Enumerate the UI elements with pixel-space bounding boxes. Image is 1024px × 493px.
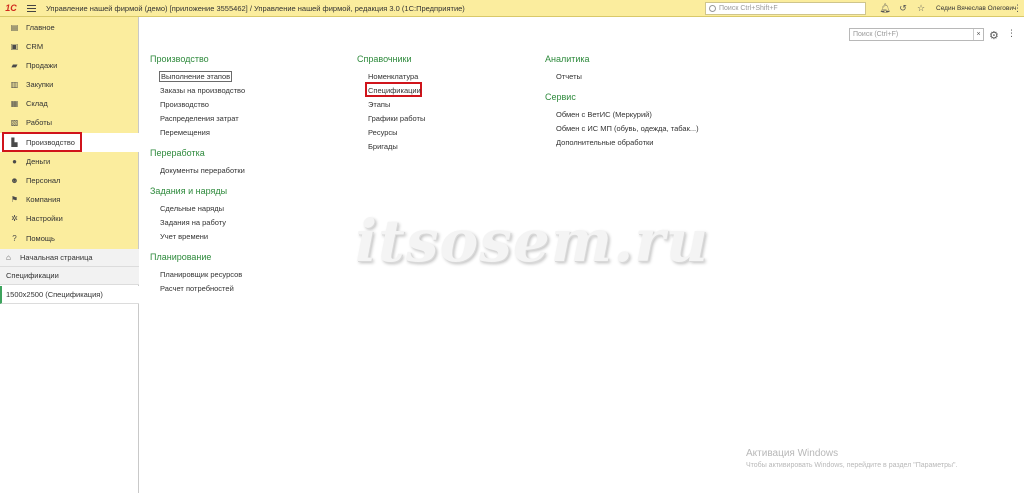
sidebar-item-label: Персонал	[26, 176, 61, 185]
home-icon: ⌂	[6, 253, 11, 262]
open-window-label: Начальная страница	[20, 253, 93, 262]
help-icon: ?	[12, 234, 17, 243]
link-processing-docs[interactable]: Документы переработки	[160, 166, 245, 175]
windows-activation-text: Чтобы активировать Windows, перейдите в …	[746, 462, 958, 469]
link-ismp-exchange[interactable]: Обмен с ИС МП (обувь, одежда, табак...)	[556, 124, 699, 133]
sidebar-item-label: Настройки	[26, 214, 63, 223]
home-list-icon: ▤	[10, 23, 19, 32]
link-stage-execution[interactable]: Выполнение этапов	[159, 71, 233, 82]
link-work-schedules[interactable]: Графики работы	[368, 114, 425, 123]
link-production-orders[interactable]: Заказы на производство	[160, 86, 245, 95]
warehouse-icon: ▦	[10, 99, 19, 108]
sidebar-item-label: CRM	[26, 42, 44, 51]
sidebar-item-warehouse[interactable]: ▦ Склад	[0, 94, 139, 113]
section-search-input[interactable]: Поиск (Ctrl+F) ×	[849, 28, 984, 41]
sidebar-item-company[interactable]: ⚑ Компания	[0, 190, 139, 209]
sidebar-item-label: Компания	[26, 195, 61, 204]
link-reports[interactable]: Отчеты	[556, 72, 582, 81]
open-window-label: 1500x2500 (Спецификация)	[6, 290, 103, 299]
section-title-planning: Планирование	[150, 252, 212, 262]
link-nomenclature[interactable]: Номенклатура	[368, 72, 418, 81]
sidebar-item-help[interactable]: ? Помощь	[0, 229, 139, 248]
more-icon[interactable]: ⋮	[1007, 28, 1016, 39]
link-vetis-exchange[interactable]: Обмен с ВетИС (Меркурий)	[556, 110, 652, 119]
section-title-analytics: Аналитика	[545, 54, 590, 64]
window-title: Управление нашей фирмой (демо) [приложен…	[46, 3, 465, 13]
section-title-service: Сервис	[545, 92, 576, 102]
open-window-home[interactable]: ⌂ Начальная страница	[0, 249, 139, 267]
open-window-spec-doc[interactable]: 1500x2500 (Спецификация)	[0, 286, 139, 304]
sidebar-item-settings[interactable]: ✲ Настройки	[0, 209, 139, 228]
clear-icon[interactable]: ×	[973, 29, 983, 40]
sidebar-item-production[interactable]: ▙ Производство	[0, 132, 139, 152]
purchases-icon: ▥	[10, 80, 19, 89]
global-search-placeholder: Поиск Ctrl+Shift+F	[719, 5, 778, 12]
link-specifications[interactable]: Спецификации	[368, 86, 421, 95]
link-needs-calculation[interactable]: Расчет потребностей	[160, 284, 234, 293]
sidebar-item-label: Главное	[26, 23, 55, 32]
link-production[interactable]: Производство	[160, 100, 209, 109]
main-menu-icon[interactable]	[22, 0, 40, 17]
sidebar-item-label: Помощь	[26, 234, 55, 243]
link-brigades[interactable]: Бригады	[368, 142, 398, 151]
company-icon: ⚑	[10, 195, 19, 204]
sidebar-item-label: Закупки	[26, 80, 54, 89]
sidebar-item-label: Деньги	[26, 157, 51, 166]
link-resources[interactable]: Ресурсы	[368, 128, 398, 137]
title-bar: 1С Управление нашей фирмой (демо) [прило…	[0, 0, 1024, 17]
link-extra-processing[interactable]: Дополнительные обработки	[556, 138, 653, 147]
kebab-menu-icon[interactable]: ⋮	[1013, 0, 1022, 17]
section-search-placeholder: Поиск (Ctrl+F)	[853, 31, 899, 38]
sidebar-item-sales[interactable]: ▰ Продажи	[0, 56, 139, 75]
section-title-tasks: Задания и наряды	[150, 186, 228, 196]
user-name[interactable]: Седин Вячеслав Олегович	[936, 0, 1016, 17]
sidebar-item-purchases[interactable]: ▥ Закупки	[0, 75, 139, 94]
app-logo-icon[interactable]: 1С	[0, 0, 22, 17]
highlight-box	[2, 132, 82, 152]
link-transfers[interactable]: Перемещения	[160, 128, 210, 137]
money-icon: ●	[12, 157, 17, 166]
sidebar-item-label: Работы	[26, 118, 53, 127]
global-search-input[interactable]: Поиск Ctrl+Shift+F	[705, 2, 866, 15]
sidebar-item-main[interactable]: ▤ Главное	[0, 18, 139, 37]
settings-icon: ✲	[11, 214, 18, 223]
personnel-icon: ☻	[10, 176, 19, 185]
windows-activation-title: Активация Windows	[746, 448, 839, 459]
sidebar-item-money[interactable]: ● Деньги	[0, 152, 139, 171]
sales-icon: ▰	[11, 61, 18, 70]
sidebar-item-label: Склад	[26, 99, 48, 108]
open-window-label: Спецификации	[6, 271, 59, 280]
section-title-reference: Справочники	[357, 54, 412, 64]
bell-icon[interactable]: 🔔︎	[879, 3, 890, 14]
link-stages[interactable]: Этапы	[368, 100, 390, 109]
link-cost-allocation[interactable]: Распределения затрат	[160, 114, 239, 123]
main-content: Поиск (Ctrl+F) × ⚙ ⋮ Производство Выполн…	[140, 17, 1024, 493]
sidebar-item-works[interactable]: ▧ Работы	[0, 113, 139, 132]
link-resource-planner[interactable]: Планировщик ресурсов	[160, 270, 242, 279]
sidebar-item-personnel[interactable]: ☻ Персонал	[0, 171, 139, 190]
star-icon[interactable]: ☆	[916, 3, 926, 14]
history-icon[interactable]: ↺	[898, 3, 908, 14]
link-work-tasks[interactable]: Задания на работу	[160, 218, 226, 227]
works-icon: ▧	[10, 118, 19, 127]
section-title-production: Производство	[150, 54, 209, 64]
open-windows-panel: ⌂ Начальная страница Спецификации 1500x2…	[0, 249, 139, 493]
sidebar-item-label: Продажи	[26, 61, 58, 70]
search-icon	[709, 5, 716, 12]
section-title-processing: Переработка	[150, 148, 205, 158]
watermark-text: itsosem.ru	[355, 207, 710, 275]
sidebar-item-crm[interactable]: ▣ CRM	[0, 37, 139, 56]
crm-icon: ▣	[10, 42, 19, 51]
open-window-specifications[interactable]: Спецификации	[0, 267, 139, 285]
gear-icon[interactable]: ⚙	[989, 29, 999, 42]
link-time-tracking[interactable]: Учет времени	[160, 232, 208, 241]
link-piece-orders[interactable]: Сдельные наряды	[160, 204, 224, 213]
